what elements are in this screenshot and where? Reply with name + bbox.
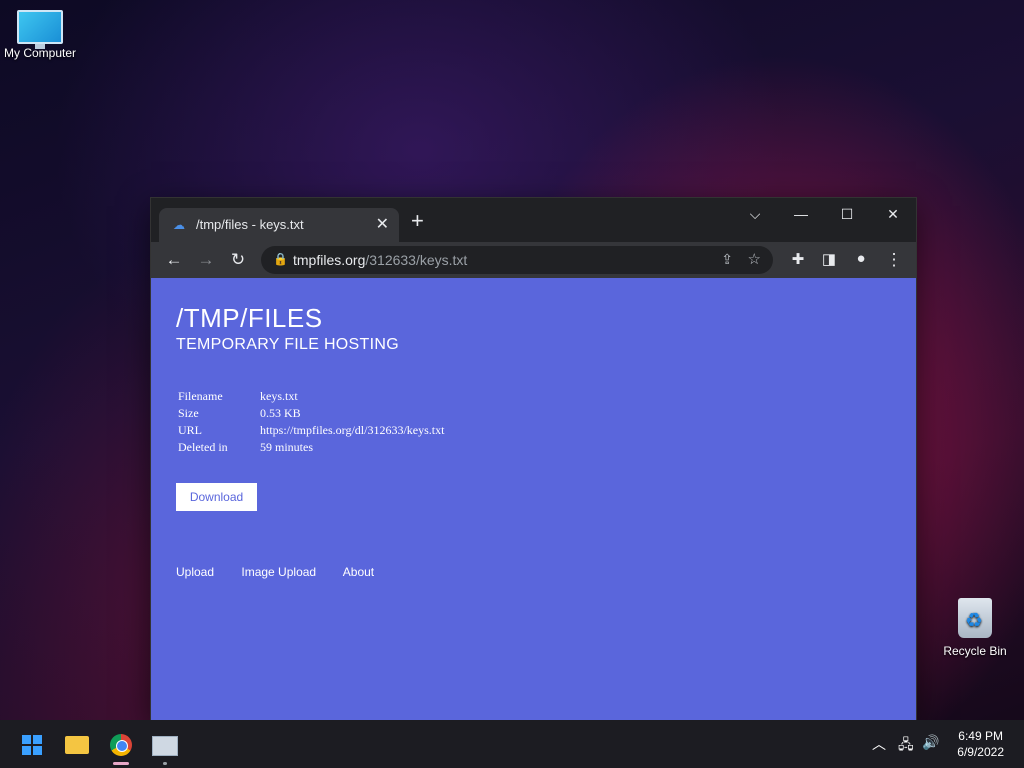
menu-icon[interactable]: ⋮ bbox=[883, 250, 905, 270]
taskbar: ︿ 🖧 🔊 6:49 PM 6/9/2022 bbox=[0, 720, 1024, 768]
close-window-button[interactable]: ✕ bbox=[878, 206, 908, 223]
tab-search-button[interactable]: ⌵ bbox=[740, 206, 770, 223]
clock-date: 6/9/2022 bbox=[957, 745, 1004, 759]
chrome-icon bbox=[110, 734, 132, 756]
forward-button[interactable]: → bbox=[195, 250, 217, 270]
site-subtitle: TEMPORARY FILE HOSTING bbox=[176, 336, 399, 353]
file-info-table: Filename keys.txt Size 0.53 KB URL https… bbox=[176, 389, 446, 457]
table-row: Filename keys.txt bbox=[176, 389, 446, 406]
about-link[interactable]: About bbox=[343, 565, 374, 579]
new-tab-button[interactable]: + bbox=[411, 208, 424, 234]
info-key: Filename bbox=[178, 389, 223, 403]
back-button[interactable]: ← bbox=[163, 250, 185, 270]
table-row: Size 0.53 KB bbox=[176, 406, 446, 423]
info-key: Size bbox=[178, 406, 199, 420]
start-icon bbox=[22, 735, 42, 755]
url-text[interactable]: tmpfiles.org/312633/keys.txt bbox=[293, 252, 467, 268]
tab-tmpfiles[interactable]: ☁ /tmp/files - keys.txt ✕ bbox=[159, 208, 399, 242]
resource-monitor-icon bbox=[152, 736, 178, 756]
table-row: Deleted in 59 minutes bbox=[176, 440, 446, 457]
reload-button[interactable]: ↻ bbox=[227, 250, 249, 270]
address-bar[interactable]: 🔒 tmpfiles.org/312633/keys.txt ⇪ ☆ bbox=[261, 246, 773, 274]
browser-window: ☁ /tmp/files - keys.txt ✕ + ⌵ — ☐ ✕ ← → … bbox=[151, 198, 916, 720]
info-key: URL bbox=[178, 423, 202, 437]
tab-close-icon[interactable]: ✕ bbox=[376, 214, 389, 234]
file-explorer-icon bbox=[65, 736, 89, 754]
page-content: /TMP/FILES TEMPORARY FILE HOSTING Filena… bbox=[151, 278, 916, 720]
volume-icon[interactable]: 🔊 bbox=[922, 734, 939, 751]
title-bar: ☁ /tmp/files - keys.txt ✕ + ⌵ — ☐ ✕ bbox=[151, 198, 916, 242]
footer-links: Upload Image Upload About bbox=[176, 565, 398, 579]
start-button[interactable] bbox=[15, 728, 49, 762]
active-indicator bbox=[113, 762, 129, 765]
browser-toolbar: ← → ↻ 🔒 tmpfiles.org/312633/keys.txt ⇪ ☆… bbox=[151, 242, 916, 278]
recycle-bin-icon: ♻ bbox=[958, 598, 992, 638]
chrome-taskbar-button[interactable] bbox=[104, 728, 138, 762]
profile-icon[interactable]: ● bbox=[850, 250, 872, 267]
download-button[interactable]: Download bbox=[176, 483, 257, 511]
info-value: 0.53 KB bbox=[260, 406, 301, 420]
side-panel-icon[interactable]: ◨ bbox=[818, 250, 840, 268]
clock[interactable]: 6:49 PM 6/9/2022 bbox=[957, 728, 1004, 760]
info-value: keys.txt bbox=[260, 389, 298, 403]
cloud-icon: ☁ bbox=[173, 218, 185, 232]
running-indicator bbox=[163, 762, 167, 765]
desktop-icon-recycle-bin[interactable]: ♻ Recycle Bin bbox=[940, 598, 1010, 658]
upload-link[interactable]: Upload bbox=[176, 565, 214, 579]
info-key: Deleted in bbox=[178, 440, 228, 454]
show-hidden-icons-button[interactable]: ︿ bbox=[872, 734, 886, 754]
desktop-icon-label: Recycle Bin bbox=[943, 644, 1007, 658]
info-value: 59 minutes bbox=[260, 440, 313, 454]
url-path: /312633/keys.txt bbox=[365, 252, 468, 268]
extensions-icon[interactable]: ✚ bbox=[787, 250, 809, 268]
site-title: /TMP/FILES bbox=[176, 303, 323, 333]
clock-time: 6:49 PM bbox=[958, 729, 1003, 743]
bookmark-star-icon[interactable]: ☆ bbox=[748, 250, 761, 268]
lock-icon[interactable]: 🔒 bbox=[273, 252, 288, 266]
info-value-url[interactable]: https://tmpfiles.org/dl/312633/keys.txt bbox=[258, 423, 446, 440]
url-host: tmpfiles.org bbox=[293, 252, 366, 268]
image-upload-link[interactable]: Image Upload bbox=[241, 565, 316, 579]
network-icon[interactable]: 🖧 bbox=[898, 734, 914, 758]
minimize-button[interactable]: — bbox=[786, 206, 816, 222]
table-row: URL https://tmpfiles.org/dl/312633/keys.… bbox=[176, 423, 446, 440]
computer-icon bbox=[17, 10, 63, 49]
desktop-icon-my-computer[interactable]: My Computer bbox=[2, 10, 78, 60]
file-explorer-button[interactable] bbox=[60, 728, 94, 762]
maximize-button[interactable]: ☐ bbox=[832, 206, 862, 223]
resource-monitor-button[interactable] bbox=[148, 728, 182, 762]
tab-title: /tmp/files - keys.txt bbox=[196, 217, 304, 232]
share-icon[interactable]: ⇪ bbox=[721, 251, 733, 268]
